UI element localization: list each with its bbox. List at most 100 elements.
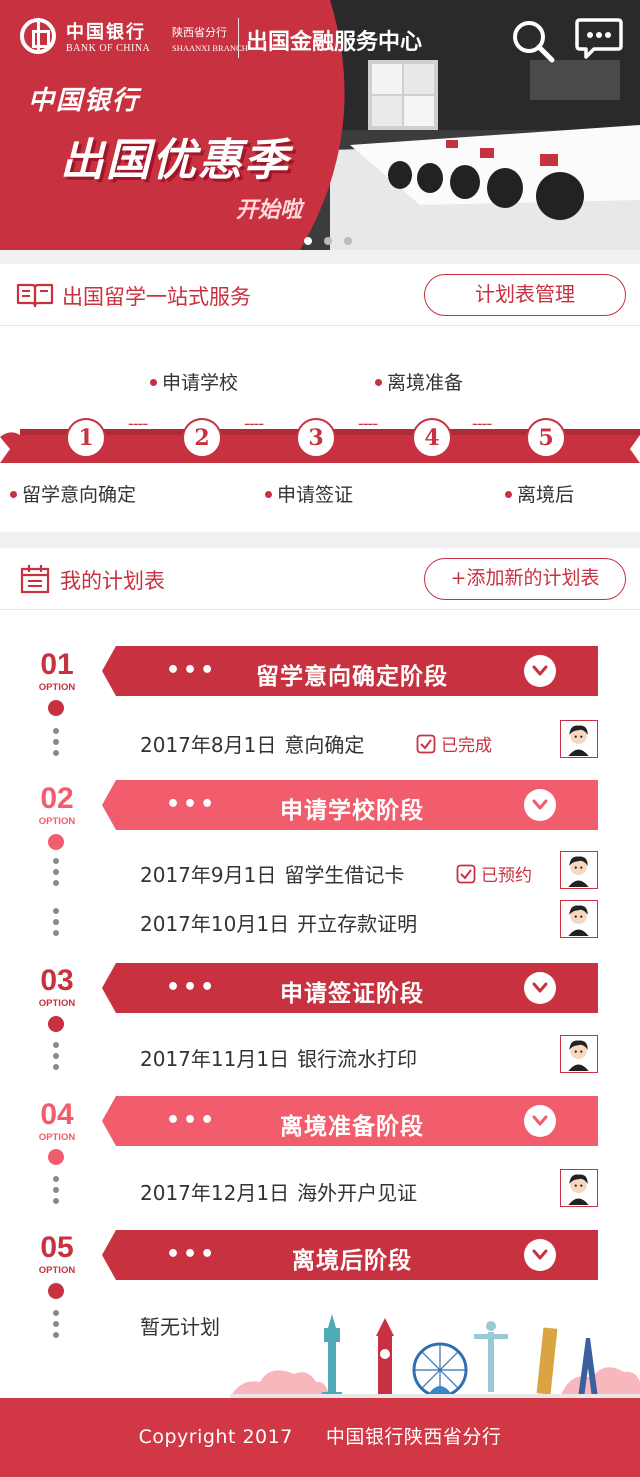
avatar[interactable] [560, 900, 598, 938]
phase-title: 离境准备阶段 [280, 1114, 424, 1140]
carousel-indicators [298, 230, 358, 249]
task-item[interactable]: 2017年11月1日 银行流水打印 [140, 1043, 417, 1072]
check-icon [416, 734, 436, 754]
hero-banner[interactable]: 中国银行 BANK OF CHINA 陕西省分行 SHAANXI BRANCH … [0, 0, 640, 250]
phase-banner[interactable]: ••• 申请签证阶段 [102, 963, 598, 1013]
chevron-down-icon [532, 665, 548, 676]
chevron-down-icon [532, 1115, 548, 1126]
boc-logo-icon [20, 18, 56, 54]
chevron-down-icon [532, 799, 548, 810]
phase-banner[interactable]: ••• 离境后阶段 [102, 1230, 598, 1280]
step-number[interactable]: 1 [66, 418, 106, 458]
expand-button[interactable] [524, 1239, 556, 1271]
carousel-dot[interactable] [344, 237, 352, 245]
footer-copyright: Copyright 2017 [138, 1426, 293, 1448]
phase-title: 离境后阶段 [292, 1248, 412, 1274]
plan-manage-button[interactable]: 计划表管理 [424, 274, 626, 316]
task-item[interactable]: 2017年12月1日 海外开户见证 [140, 1177, 417, 1206]
step-number[interactable]: 5 [526, 418, 566, 458]
avatar[interactable] [560, 1035, 598, 1073]
avatar-icon [568, 905, 589, 936]
carousel-dot[interactable] [304, 237, 312, 245]
phase-number: 01 [40, 648, 74, 681]
chevron-down-icon [532, 1249, 548, 1260]
task-date: 2017年11月1日 [140, 1047, 290, 1071]
section-title: 出国留学一站式服务 [62, 285, 251, 309]
step-connector: ---- [128, 414, 148, 433]
phase-dot [48, 1016, 64, 1032]
step-number[interactable]: 2 [182, 418, 222, 458]
timeline-dots [53, 1042, 59, 1070]
expand-button[interactable] [524, 972, 556, 1004]
timeline-dots [53, 858, 59, 886]
step-label: 申请签证 [265, 480, 353, 507]
message-icon [575, 18, 623, 59]
footer-org: 中国银行陕西省分行 [325, 1426, 502, 1448]
phase-dot [48, 700, 64, 716]
logo-text-cn: 中国银行 [66, 22, 146, 43]
phase-number: 03 [40, 964, 74, 997]
avatar-icon [568, 1040, 589, 1071]
step-connector: ---- [472, 414, 492, 433]
carousel-dot[interactable] [324, 237, 332, 245]
task-date: 2017年8月1日 [140, 733, 277, 757]
phase-option-label: OPTION [38, 998, 76, 1009]
step-number[interactable]: 4 [412, 418, 452, 458]
expand-button[interactable] [524, 789, 556, 821]
branch-name-cn: 陕西省分行 [172, 26, 227, 39]
task-date: 2017年12月1日 [140, 1181, 290, 1205]
promo-subtitle: 开始啦 [236, 198, 303, 223]
task-name: 海外开户见证 [297, 1181, 418, 1205]
my-plans-section: 我的计划表 +添加新的计划表 01 OPTION ••• 留学意向确定阶段 20… [0, 548, 640, 1398]
search-button[interactable] [510, 18, 556, 64]
step-label: 申请学校 [150, 368, 238, 395]
step-label: 留学意向确定 [10, 480, 136, 507]
phase-number: 04 [40, 1098, 74, 1131]
phase-dot [48, 1149, 64, 1165]
timeline-dots [53, 728, 59, 756]
expand-button[interactable] [524, 1105, 556, 1137]
task-name: 开立存款证明 [297, 912, 418, 936]
expand-button[interactable] [524, 655, 556, 687]
step-number[interactable]: 3 [296, 418, 336, 458]
avatar[interactable] [560, 1169, 598, 1207]
phase-option-label: OPTION [38, 682, 76, 693]
branch-name-en: SHAANXI BRANCH [172, 43, 248, 53]
phase-title: 申请签证阶段 [280, 981, 424, 1007]
avatar[interactable] [560, 720, 598, 758]
task-name: 留学生借记卡 [284, 863, 405, 887]
phase-title: 申请学校阶段 [280, 798, 424, 824]
phase-title: 留学意向确定阶段 [256, 664, 448, 690]
check-icon [456, 864, 476, 884]
phase-banner[interactable]: ••• 申请学校阶段 [102, 780, 598, 830]
task-name: 意向确定 [284, 733, 365, 757]
empty-plan-text: 暂无计划 [140, 1315, 220, 1339]
task-status: 已完成 [416, 731, 492, 756]
logo-text-en: BANK OF CHINA [66, 43, 151, 54]
timeline-dots [53, 908, 59, 936]
task-status: 已预约 [456, 861, 532, 886]
calendar-icon [20, 565, 50, 594]
status-text: 已预约 [481, 866, 532, 886]
task-item[interactable]: 2017年10月1日 开立存款证明 [140, 908, 417, 937]
phase-banner[interactable]: ••• 离境准备阶段 [102, 1096, 598, 1146]
task-item[interactable]: 2017年8月1日 意向确定 [140, 729, 364, 758]
process-steps: 留学意向确定 申请学校 申请签证 离境准备 离境后 1 2 3 4 5 ----… [0, 326, 640, 532]
task-date: 2017年9月1日 [140, 863, 277, 887]
promo-brand: 中国银行 [28, 86, 141, 116]
phase-number: 05 [40, 1231, 74, 1264]
logo-divider [238, 18, 239, 58]
study-service-section: 出国留学一站式服务 计划表管理 留学意向确定 申请学校 申请签证 离境准备 离境… [0, 264, 640, 532]
landmarks-illustration [230, 1314, 640, 1398]
promo-title: 出国优惠季 [60, 135, 290, 186]
chevron-down-icon [532, 982, 548, 993]
avatar[interactable] [560, 851, 598, 889]
phase-banner[interactable]: ••• 留学意向确定阶段 [102, 646, 598, 696]
add-plan-button[interactable]: +添加新的计划表 [424, 558, 626, 600]
section-title: 我的计划表 [60, 569, 165, 593]
message-button[interactable] [574, 14, 624, 60]
task-name: 银行流水打印 [297, 1047, 418, 1071]
top-bar: 中国银行 BANK OF CHINA 陕西省分行 SHAANXI BRANCH … [0, 0, 640, 78]
avatar-icon [568, 1174, 589, 1205]
task-item[interactable]: 2017年9月1日 留学生借记卡 [140, 859, 404, 888]
